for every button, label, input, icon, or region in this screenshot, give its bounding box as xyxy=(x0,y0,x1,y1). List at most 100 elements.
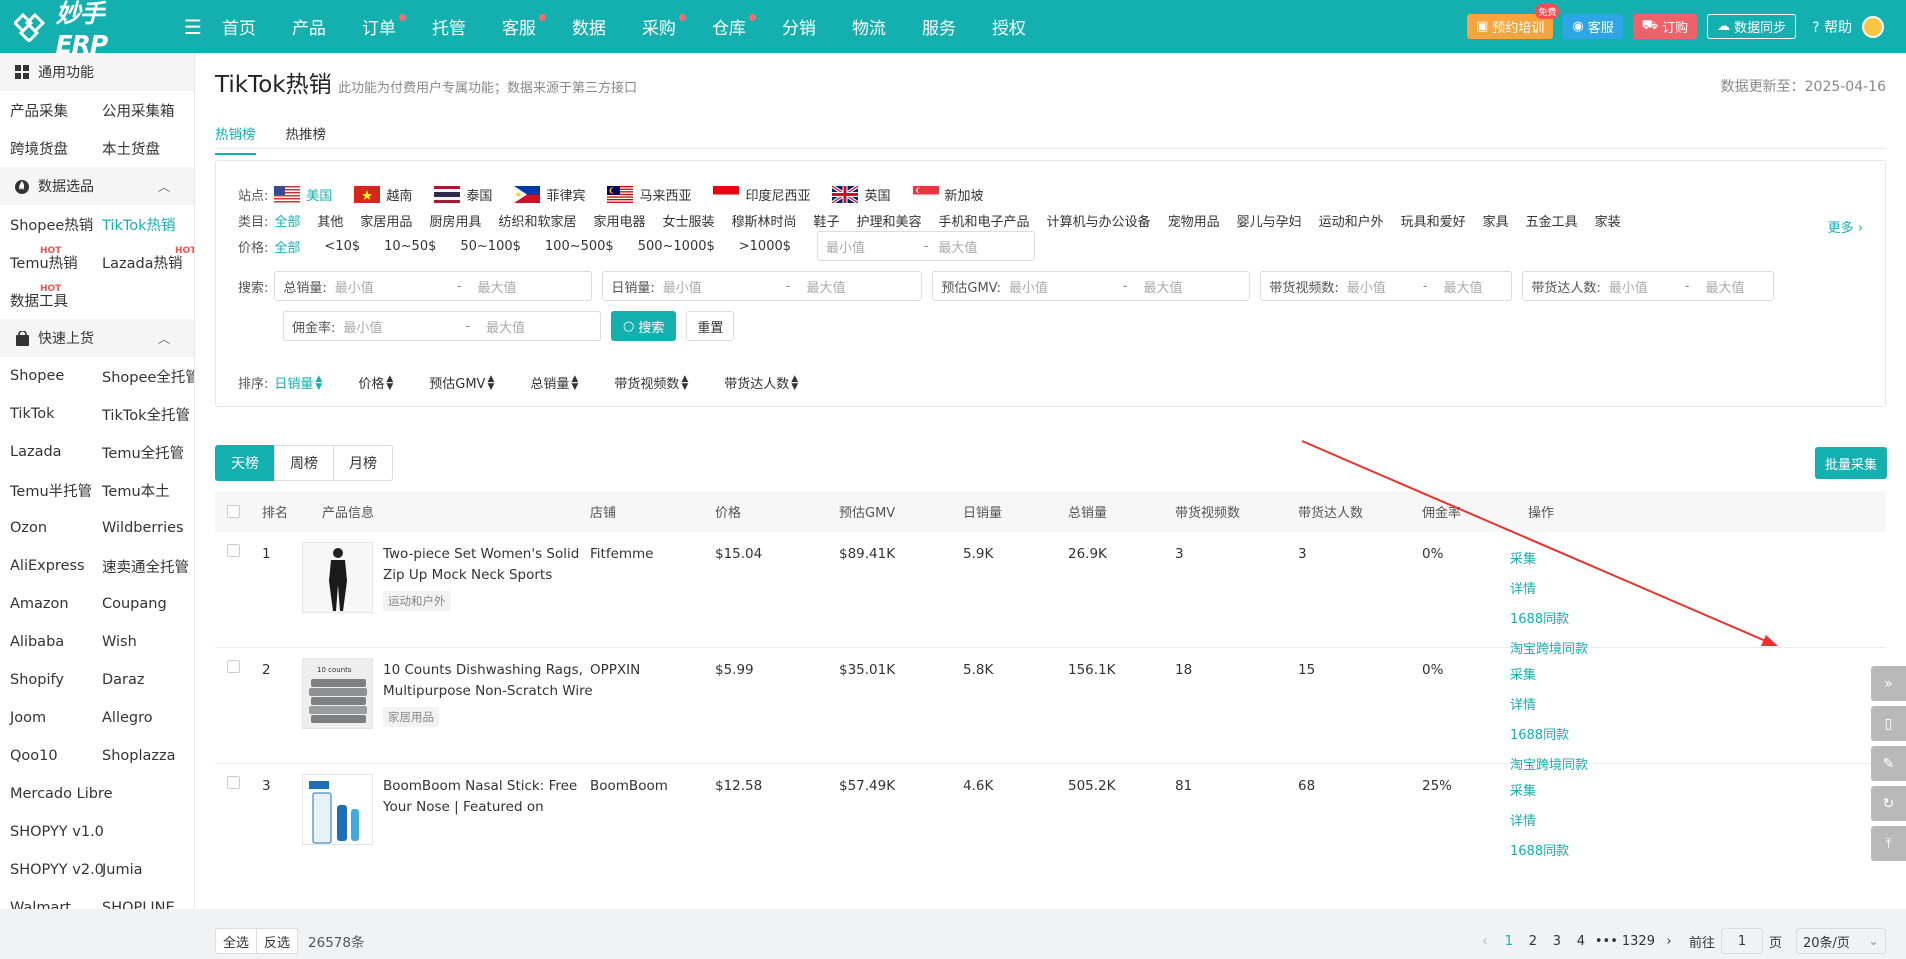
range-max-input[interactable]: 最大值 xyxy=(806,277,913,296)
price-option[interactable]: 100~500$ xyxy=(545,239,614,254)
collect-link[interactable]: 采集 xyxy=(1510,664,1588,683)
sidebar-item[interactable]: 速卖通全托管 xyxy=(92,547,194,585)
sidebar-item[interactable]: Shopee xyxy=(0,357,92,395)
sidebar-item[interactable]: Temu本土 xyxy=(92,471,194,509)
sidebar-item[interactable]: 本土货盘 xyxy=(92,129,194,167)
sidebar-item[interactable]: TikTok热销 xyxy=(92,205,194,243)
detail-link[interactable]: 详情 xyxy=(1510,578,1588,597)
period-week-button[interactable]: 周榜 xyxy=(274,445,334,481)
sidebar-item[interactable]: Amazon xyxy=(0,585,92,623)
site-option[interactable]: 英国 xyxy=(831,184,891,205)
nav-item-1[interactable]: 产品 xyxy=(292,0,362,53)
sort-option[interactable]: 总销量 ▲ ▼ xyxy=(530,373,578,392)
sidebar-item[interactable]: Shopify xyxy=(0,661,92,699)
creator-count-range-input[interactable]: 带货达人数: 最小值 - 最大值 xyxy=(1522,271,1775,301)
daily-sales-range-input[interactable]: 日销量: 最小值 - 最大值 xyxy=(602,271,923,301)
category-option[interactable]: 家装 xyxy=(1595,211,1621,230)
range-min-input[interactable]: 最小值 xyxy=(1609,277,1669,296)
sidebar-section-common[interactable]: 通用功能 xyxy=(0,53,194,91)
video-count-range-input[interactable]: 带货视频数: 最小值 - 最大值 xyxy=(1260,271,1513,301)
range-min-input[interactable]: 最小值 xyxy=(663,277,770,296)
period-month-button[interactable]: 月榜 xyxy=(333,445,393,481)
taobao-same-link[interactable]: 淘宝跨境同款 xyxy=(1510,870,1588,873)
commission-max-input[interactable]: 最大值 xyxy=(486,317,592,336)
product-name-link[interactable]: 10 Counts Dishwashing Rags, Multipurpose… xyxy=(383,660,595,702)
sidebar-section-data[interactable]: 数据选品 ︿ xyxy=(0,167,194,205)
price-option[interactable]: >1000$ xyxy=(739,239,791,254)
category-option[interactable]: 婴儿与孕妇 xyxy=(1237,211,1302,230)
product-image-jacket[interactable] xyxy=(302,542,373,613)
nav-item-0[interactable]: 首页 xyxy=(222,0,292,53)
nav-item-3[interactable]: 托管 xyxy=(432,0,502,53)
commission-range-input[interactable]: 佣金率: 最小值 - 最大值 xyxy=(283,311,601,341)
sidebar-item[interactable]: 跨境货盘 xyxy=(0,129,92,167)
1688-same-link[interactable]: 1688同款 xyxy=(1510,840,1588,859)
category-option[interactable]: 穆斯林时尚 xyxy=(732,211,797,230)
nav-item-4[interactable]: 客服 xyxy=(502,0,572,53)
sidebar-item[interactable]: Coupang xyxy=(92,585,194,623)
period-day-button[interactable]: 天榜 xyxy=(215,445,275,481)
sidebar-item[interactable]: Lazada热销 HOT xyxy=(92,243,194,281)
category-option[interactable]: 女士服装 xyxy=(662,211,714,230)
nav-item-5[interactable]: 数据 xyxy=(572,0,642,53)
sidebar-item[interactable]: SHOPYY v1.0 xyxy=(0,813,104,851)
row-checkbox[interactable] xyxy=(227,776,240,789)
product-image-nasal-stick[interactable] xyxy=(302,774,373,845)
training-button[interactable]: ▣ 预约培训 免费 xyxy=(1467,4,1560,39)
range-max-input[interactable]: 最大值 xyxy=(1443,277,1503,296)
sidebar-item[interactable]: Shopee热销 xyxy=(0,205,93,243)
customer-service-button[interactable]: ◉ 客服 xyxy=(1563,14,1623,39)
back-to-top-icon[interactable]: ⤒ xyxy=(1871,826,1906,861)
more-categories-link[interactable]: 更多 › xyxy=(1828,217,1863,236)
nav-item-8[interactable]: 分销 xyxy=(782,0,852,53)
prev-page-icon[interactable]: ‹ xyxy=(1475,934,1495,949)
price-range-input[interactable]: 最小值 - 最大值 xyxy=(817,231,1036,261)
row-checkbox[interactable] xyxy=(227,544,240,557)
price-option[interactable]: 50~100$ xyxy=(460,239,521,254)
sidebar-section-quick[interactable]: 快速上货 ︿ xyxy=(0,319,194,357)
sort-option[interactable]: 日销量 ▲ ▼ xyxy=(274,373,322,392)
page-number[interactable]: 2 xyxy=(1523,934,1543,949)
page-number[interactable]: 1 xyxy=(1499,934,1519,949)
page-number[interactable]: ••• xyxy=(1595,934,1618,949)
goto-page-input[interactable]: 1 xyxy=(1720,928,1763,954)
product-name-link[interactable]: BoomBoom Nasal Stick: Free Your Nose | F… xyxy=(383,776,595,818)
range-max-input[interactable]: 最大值 xyxy=(1144,277,1242,296)
sidebar-item[interactable]: Joom xyxy=(0,699,92,737)
page-number[interactable]: 1329 xyxy=(1622,934,1655,949)
invert-selection-button[interactable]: 反选 xyxy=(256,928,299,954)
range-max-input[interactable]: 最大值 xyxy=(1705,277,1765,296)
next-page-icon[interactable]: › xyxy=(1659,934,1679,949)
sidebar-item[interactable]: Ozon xyxy=(0,509,92,547)
nav-item-9[interactable]: 物流 xyxy=(852,0,922,53)
help-link[interactable]: ? 帮助 xyxy=(1812,17,1852,37)
range-max-input[interactable]: 最大值 xyxy=(477,277,583,296)
site-option[interactable]: 马来西亚 xyxy=(607,185,691,204)
sidebar-item[interactable]: TikTok全托管 xyxy=(92,395,194,433)
sidebar-item[interactable]: Walmart xyxy=(0,889,92,909)
sidebar-item[interactable]: Qoo10 xyxy=(0,737,92,775)
gmv-range-input[interactable]: 预估GMV: 最小值 - 最大值 xyxy=(932,271,1251,301)
site-option[interactable]: 美国 xyxy=(274,185,332,204)
category-option[interactable]: 玩具和爱好 xyxy=(1401,211,1466,230)
price-max-input[interactable]: 最大值 xyxy=(938,237,1026,256)
detail-link[interactable]: 详情 xyxy=(1510,810,1588,829)
tab-hot-sales[interactable]: 热销榜 xyxy=(215,123,256,155)
category-option[interactable]: 家居用品 xyxy=(360,211,412,230)
category-option[interactable]: 其他 xyxy=(317,211,343,230)
sidebar-item[interactable]: Allegro xyxy=(92,699,194,737)
sidebar-item[interactable]: Temu全托管 xyxy=(92,433,194,471)
sort-option[interactable]: 带货达人数 ▲ ▼ xyxy=(724,373,798,392)
nav-item-6[interactable]: 采购 xyxy=(642,0,712,53)
1688-same-link[interactable]: 1688同款 xyxy=(1510,724,1588,743)
tab-hot-promotion[interactable]: 热推榜 xyxy=(286,123,327,155)
category-option[interactable]: 宠物用品 xyxy=(1168,211,1220,230)
category-option[interactable]: 纺织和软家居 xyxy=(498,211,576,230)
sidebar-item[interactable]: AliExpress xyxy=(0,547,92,585)
sidebar-item[interactable]: 公用采集箱 xyxy=(92,91,194,129)
search-button[interactable]: ○ 搜索 xyxy=(611,311,677,341)
sort-option[interactable]: 价格 ▲ ▼ xyxy=(358,373,393,392)
sidebar-item[interactable]: Wish xyxy=(92,623,194,661)
commission-min-input[interactable]: 最小值 xyxy=(343,317,449,336)
menu-toggle-icon[interactable]: ☰ xyxy=(184,15,202,39)
